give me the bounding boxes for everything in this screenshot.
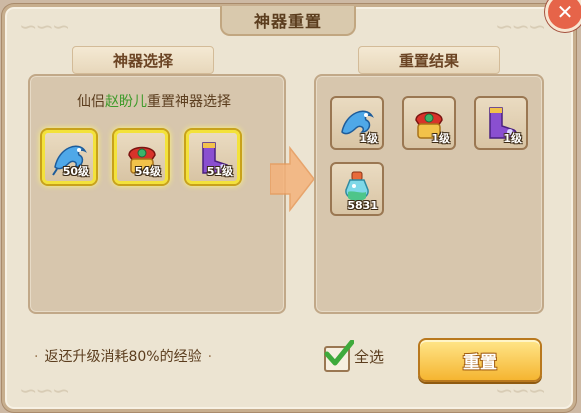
companion-name: 赵盼儿 [105,94,147,110]
cloud-ornament: ∽∽∽ [19,15,70,40]
result-slot-charm[interactable]: 1级 [402,96,456,150]
artifact-slot-dragon[interactable]: 50级 [42,130,96,184]
result-level: 1级 [359,132,378,145]
result-level: 1级 [431,132,450,145]
select-all-label[interactable]: 全选 [354,346,384,367]
window-title: 神器重置 [253,12,322,31]
caption-prefix: 仙侣 [77,94,105,110]
cloud-ornament: ∽∽∽ [19,379,70,404]
arrow-right-icon [270,146,314,212]
artifact-level: 51级 [206,165,233,178]
note-bullet-left: · [34,349,39,365]
result-slot-dragon[interactable]: 1级 [330,96,384,150]
result-level: 1级 [503,132,522,145]
refund-note: · 返还升级消耗80%的经验 · [28,346,278,366]
companion-caption: 仙侣赵盼儿重置神器选择 [34,91,274,111]
artifact-level: 50级 [62,165,89,178]
close-icon: ✕ [556,0,574,24]
caption-suffix: 重置神器选择 [147,94,231,110]
result-slot-exp-potion[interactable]: 5831 [330,162,384,216]
artifact-select-title: 神器选择 [112,51,173,70]
artifact-slot-charm[interactable]: 54级 [114,130,168,184]
cloud-ornament: ∽∽∽ [495,15,546,40]
result-slot-boot[interactable]: 1级 [474,96,528,150]
cloud-ornament: ∽∽∽ [495,379,546,404]
note-bullet-right: · [207,349,213,365]
reset-button[interactable]: 重置 [418,338,542,382]
select-all-checkbox[interactable] [324,340,354,372]
result-amount: 5831 [347,199,378,212]
reset-result-title: 重置结果 [398,51,459,70]
refund-note-text: 返还升级消耗80%的经验 [44,349,202,365]
reset-button-label: 重置 [463,352,497,373]
artifact-slot-boot[interactable]: 51级 [186,130,240,184]
window-title-tab: 神器重置 [220,6,356,36]
checkmark-icon [324,340,354,366]
artifact-level: 54级 [134,165,161,178]
artifact-select-header: 神器选择 [72,46,214,74]
reset-result-header: 重置结果 [358,46,500,74]
